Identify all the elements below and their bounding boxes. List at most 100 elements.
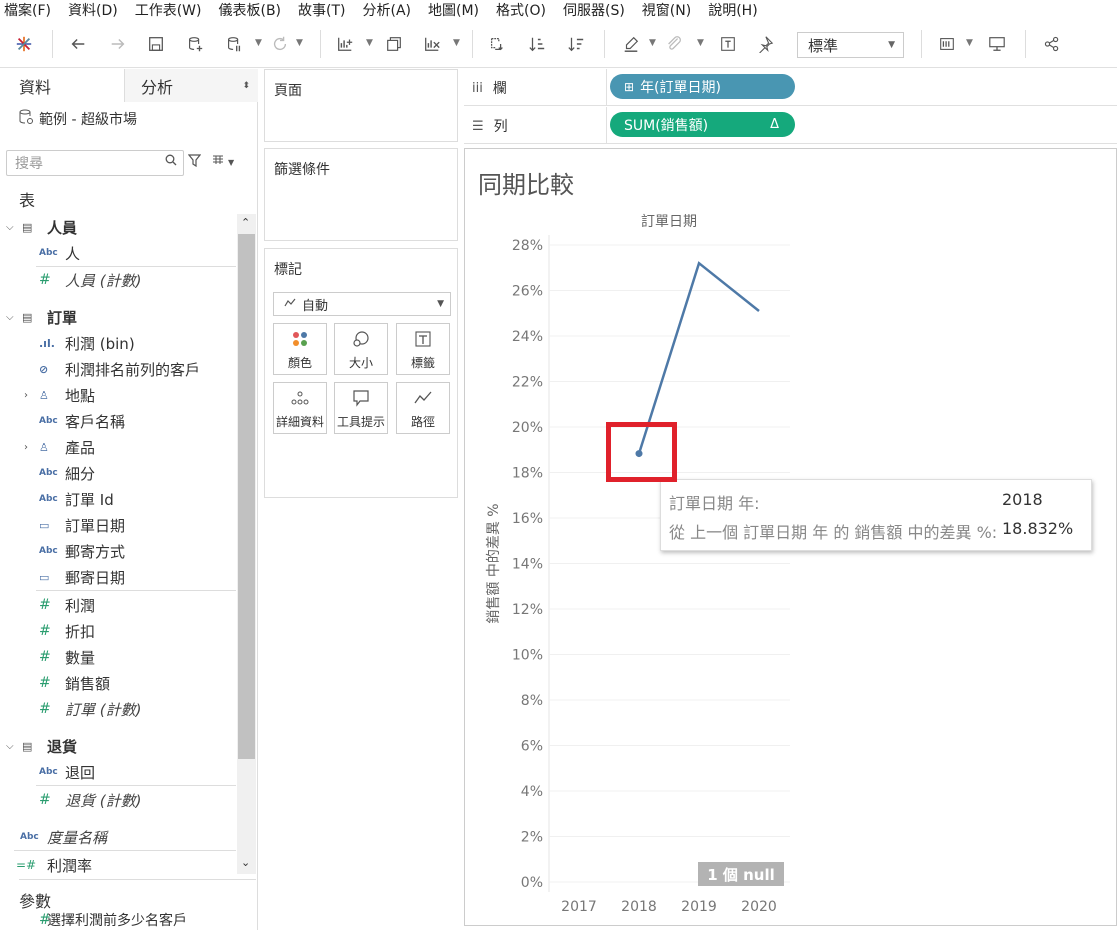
field-item[interactable]: Abc 人 bbox=[0, 240, 237, 266]
table-orders[interactable]: ⌵ ▤ 訂單 bbox=[0, 304, 237, 330]
updown-icon[interactable]: ⬍ bbox=[242, 81, 250, 91]
save-icon[interactable] bbox=[146, 32, 166, 56]
field-label: 折扣 bbox=[65, 622, 96, 641]
path-button[interactable]: 路徑 bbox=[396, 382, 450, 434]
menu-story[interactable]: 故事(T) bbox=[298, 0, 345, 20]
chevron-down-icon[interactable]: ▼ bbox=[649, 38, 656, 48]
columns-shelf[interactable]: iii 欄 ⊞ 年(訂單日期) bbox=[464, 69, 1117, 106]
measure-icon: # bbox=[39, 792, 51, 808]
clear-sheet-icon[interactable] bbox=[422, 32, 442, 56]
forward-arrow-icon[interactable] bbox=[108, 32, 128, 56]
new-worksheet-icon[interactable] bbox=[335, 32, 355, 56]
show-cards-icon[interactable] bbox=[937, 32, 957, 56]
field-item[interactable]: ⊘ 利潤排名前列的客戶 bbox=[0, 356, 237, 382]
table-returns[interactable]: ⌵ ▤ 退貨 bbox=[0, 733, 237, 759]
chevron-down-icon[interactable]: ▼ bbox=[255, 38, 262, 48]
search-icon[interactable] bbox=[165, 154, 177, 170]
chevron-down-icon[interactable]: ▼ bbox=[966, 38, 973, 48]
tableau-logo-icon[interactable] bbox=[14, 32, 34, 56]
field-item[interactable]: Abc 退回 bbox=[0, 759, 237, 785]
share-icon[interactable] bbox=[1042, 32, 1062, 56]
search-input[interactable]: 搜尋 bbox=[6, 150, 184, 176]
field-item[interactable]: .ıl. 利潤 (bin) bbox=[0, 330, 237, 356]
tooltip-button[interactable]: 工具提示 bbox=[334, 382, 388, 434]
filter-icon[interactable] bbox=[187, 154, 202, 171]
pages-card[interactable]: 頁面 bbox=[264, 69, 458, 142]
field-item[interactable]: =# 利潤率 bbox=[0, 852, 237, 878]
color-button[interactable]: 顏色 bbox=[273, 323, 327, 375]
back-arrow-icon[interactable] bbox=[68, 32, 88, 56]
viz-area[interactable]: 同期比較 0% 2% 4% 6% 8% 10% 12% 14% 16% 18% 20% 22% 24% 2… bbox=[464, 148, 1117, 926]
chevron-right-icon[interactable]: › bbox=[24, 442, 28, 453]
presentation-mode-icon[interactable] bbox=[987, 32, 1007, 56]
rows-shelf[interactable]: ☰ 列 SUM(銷售額) Δ bbox=[464, 107, 1117, 144]
y-tick-label: 24% bbox=[512, 329, 543, 345]
chevron-down-icon[interactable]: ⌄ bbox=[241, 856, 250, 869]
null-indicator[interactable]: 1 個 null bbox=[698, 862, 784, 886]
refresh-icon[interactable] bbox=[270, 32, 290, 56]
menu-format[interactable]: 格式(O) bbox=[496, 0, 546, 20]
chevron-down-icon[interactable]: ▼ bbox=[697, 38, 704, 48]
menu-server[interactable]: 伺服器(S) bbox=[563, 0, 625, 20]
menu-map[interactable]: 地圖(M) bbox=[428, 0, 479, 20]
swap-rows-columns-icon[interactable] bbox=[487, 32, 507, 56]
field-item[interactable]: # 數量 bbox=[0, 644, 237, 670]
menu-file[interactable]: 檔案(F) bbox=[4, 0, 51, 20]
sort-ascending-icon[interactable] bbox=[527, 32, 547, 56]
sort-descending-icon[interactable] bbox=[566, 32, 586, 56]
menu-help[interactable]: 說明(H) bbox=[708, 0, 757, 20]
menu-data[interactable]: 資料(D) bbox=[68, 0, 118, 20]
year-order-date-pill[interactable]: ⊞ 年(訂單日期) bbox=[610, 74, 795, 99]
table-people[interactable]: ⌵ ▤ 人員 bbox=[0, 214, 237, 240]
label-button[interactable]: 標籤 bbox=[396, 323, 450, 375]
menu-window[interactable]: 視窗(N) bbox=[642, 0, 691, 20]
chevron-down-icon[interactable]: ▼ bbox=[366, 38, 373, 48]
chevron-right-icon[interactable]: › bbox=[24, 390, 28, 401]
duplicate-sheet-icon[interactable] bbox=[384, 32, 404, 56]
fit-select[interactable]: 標準 ▼ bbox=[797, 32, 904, 58]
field-item[interactable]: # 利潤 bbox=[0, 592, 237, 618]
chevron-down-icon[interactable]: ⌵ bbox=[6, 222, 14, 233]
chevron-up-icon[interactable]: ⌃ bbox=[241, 216, 250, 229]
field-item[interactable]: # 退貨 (計數) bbox=[0, 787, 237, 813]
field-item[interactable]: Abc 郵寄方式 bbox=[0, 538, 237, 564]
view-options-icon[interactable]: ▼ bbox=[212, 154, 234, 168]
field-item[interactable]: # 人員 (計數) bbox=[0, 267, 237, 293]
field-item[interactable]: # 折扣 bbox=[0, 618, 237, 644]
menu-worksheet[interactable]: 工作表(W) bbox=[135, 0, 202, 20]
group-members-icon[interactable] bbox=[664, 32, 684, 56]
mark-type-select[interactable]: 自動 ▼ bbox=[273, 292, 451, 316]
menu-dashboard[interactable]: 儀表板(B) bbox=[218, 0, 281, 20]
field-item[interactable]: Abc 細分 bbox=[0, 460, 237, 486]
chevron-down-icon[interactable]: ▼ bbox=[296, 38, 303, 48]
highlight-icon[interactable] bbox=[621, 32, 641, 56]
tab-data[interactable]: 資料 bbox=[0, 69, 125, 102]
field-item[interactable]: Abc 訂單 Id bbox=[0, 486, 237, 512]
search-placeholder: 搜尋 bbox=[15, 156, 43, 172]
menu-analysis[interactable]: 分析(A) bbox=[363, 0, 412, 20]
field-item[interactable]: # 銷售額 bbox=[0, 670, 237, 696]
chevron-down-icon[interactable]: ▼ bbox=[453, 38, 460, 48]
chevron-down-icon[interactable]: ⌵ bbox=[6, 741, 14, 752]
scrollbar-thumb[interactable] bbox=[238, 234, 255, 759]
show-mark-labels-icon[interactable] bbox=[718, 32, 738, 56]
scrollbar[interactable]: ⌃ ⌄ bbox=[237, 214, 256, 874]
pin-icon[interactable] bbox=[755, 32, 775, 56]
pause-updates-icon[interactable] bbox=[224, 32, 244, 56]
chevron-down-icon[interactable]: ⌵ bbox=[6, 312, 14, 323]
new-datasource-icon[interactable] bbox=[185, 32, 205, 56]
field-item[interactable]: › ♙ 地點 bbox=[0, 382, 237, 408]
field-item[interactable]: Abc 度量名稱 bbox=[0, 824, 237, 850]
size-button[interactable]: 大小 bbox=[334, 323, 388, 375]
datasource-item[interactable]: 範例 - 超級市場 bbox=[19, 109, 137, 129]
field-item[interactable]: › ♙ 產品 bbox=[0, 434, 237, 460]
tab-analysis[interactable]: 分析 ⬍ bbox=[125, 69, 258, 102]
field-item[interactable]: ▭ 郵寄日期 bbox=[0, 564, 237, 590]
expand-plus-icon[interactable]: ⊞ bbox=[624, 80, 634, 94]
sum-sales-pill[interactable]: SUM(銷售額) Δ bbox=[610, 112, 795, 137]
field-item[interactable]: # 訂單 (計數) bbox=[0, 696, 237, 722]
field-item[interactable]: Abc 客戶名稱 bbox=[0, 408, 237, 434]
filters-card[interactable]: 篩選條件 bbox=[264, 148, 458, 241]
field-item[interactable]: ▭ 訂單日期 bbox=[0, 512, 237, 538]
detail-button[interactable]: 詳細資料 bbox=[273, 382, 327, 434]
